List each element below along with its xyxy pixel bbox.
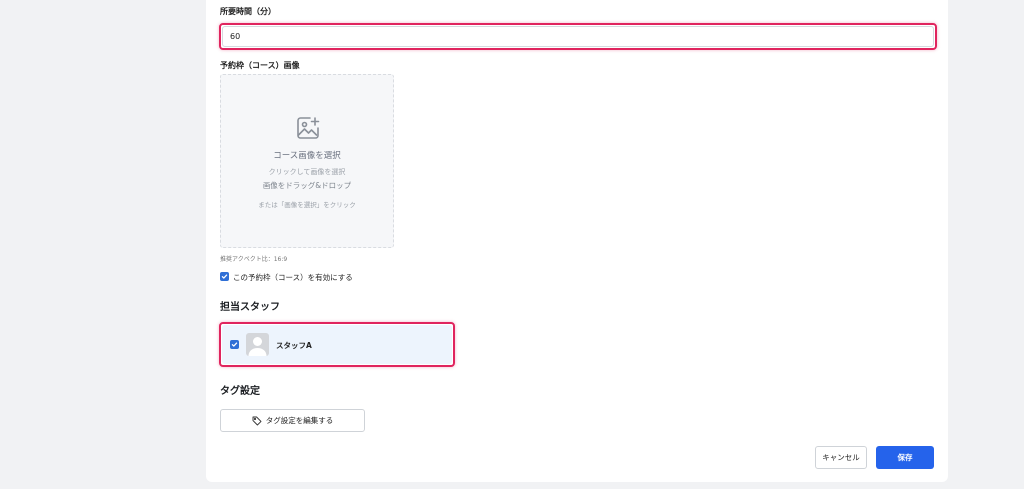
dropzone-hint-select: または「画像を選択」をクリック (258, 201, 356, 209)
enable-label: この予約枠（コース）を有効にする (233, 273, 353, 282)
edit-tags-label: タグ設定を編集する (265, 416, 334, 425)
image-dropzone[interactable]: コース画像を選択 クリックして画像を選択 画像をドラッグ&ドロップ または「画像… (220, 74, 394, 248)
check-icon (221, 274, 228, 279)
image-plus-icon (297, 117, 320, 139)
staff-highlight (219, 322, 455, 367)
tag-icon (252, 416, 262, 425)
enable-checkbox[interactable] (220, 272, 229, 281)
save-button[interactable]: 保存 (876, 446, 934, 469)
tags-section-title: タグ設定 (220, 386, 260, 397)
dropzone-hint-click: クリックして画像を選択 (268, 168, 346, 176)
aspect-ratio-note: 推奨アクペクト比：16:9 (220, 256, 288, 263)
duration-label: 所要時間（分） (220, 7, 276, 16)
staff-section-title: 担当スタッフ (220, 302, 280, 313)
cancel-button[interactable]: キャンセル (815, 446, 867, 469)
dropzone-hint-drag: 画像をドラッグ&ドロップ (262, 181, 352, 190)
image-label: 予約枠（コース）画像 (220, 61, 300, 70)
dropzone-title: コース画像を選択 (273, 151, 341, 161)
edit-tags-button[interactable]: タグ設定を編集する (220, 409, 365, 432)
duration-highlight (219, 23, 937, 50)
